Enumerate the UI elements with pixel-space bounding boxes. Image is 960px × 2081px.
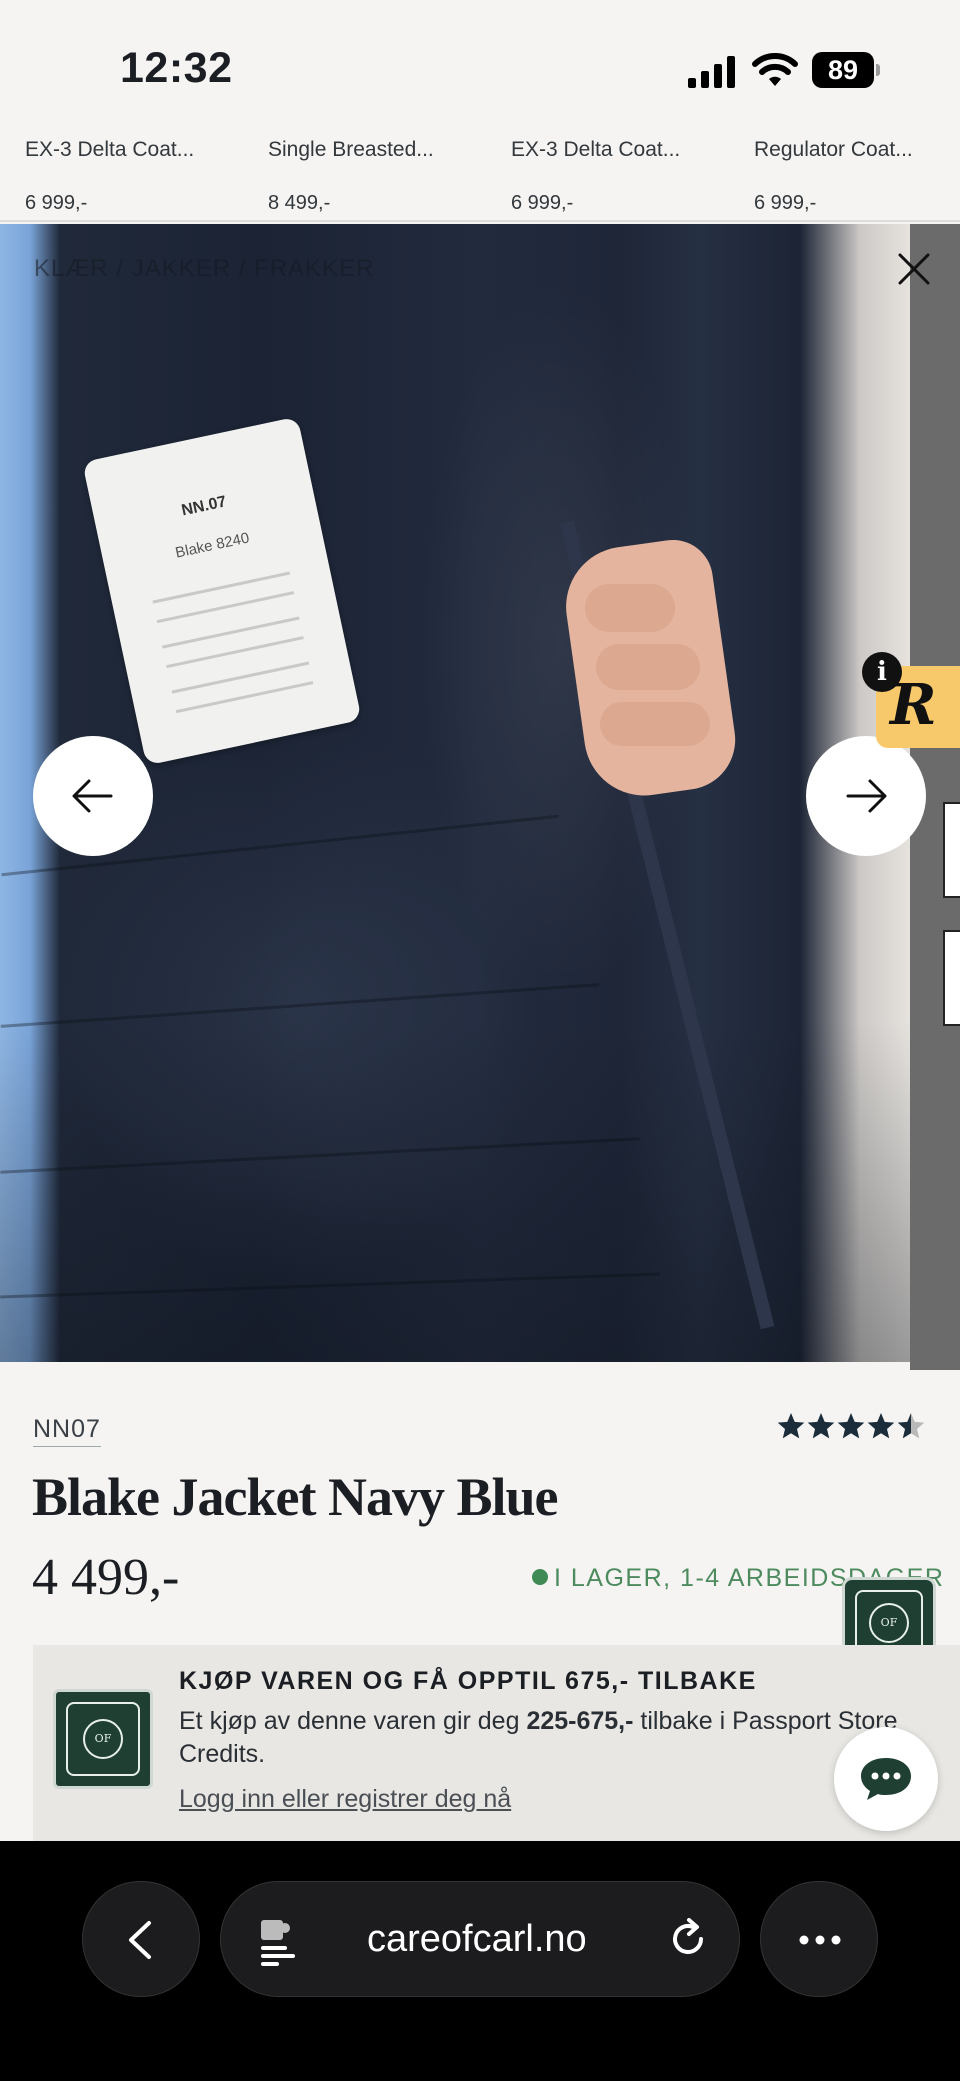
star-icon <box>897 1413 925 1439</box>
brand-link[interactable]: NN07 <box>33 1415 101 1447</box>
url-text: careofcarl.no <box>367 1918 587 1960</box>
arrow-right-icon <box>846 779 887 813</box>
product-title: Blake Jacket Navy Blue <box>32 1467 558 1527</box>
promo-title: KJØP VAREN OG FÅ OPPTIL 675,- TILBAKE <box>179 1667 757 1695</box>
browser-back-button[interactable] <box>82 1881 200 1997</box>
recent-product-name: EX-3 Delta Coat... <box>25 138 195 161</box>
arrow-left-icon <box>72 779 113 813</box>
chat-button[interactable] <box>834 1727 938 1831</box>
recent-products-strip: EX-3 Delta Coat... 6 999,- Single Breast… <box>0 130 960 222</box>
recent-product-price: 6 999,- <box>25 192 88 214</box>
of-logo-icon: OF <box>869 1603 909 1643</box>
of-logo-icon: OF <box>83 1719 123 1759</box>
star-icon <box>807 1413 835 1439</box>
recent-product-name: Single Breasted... <box>268 138 434 161</box>
clock: 12:32 <box>120 44 233 92</box>
passport-promo-banner: OF KJØP VAREN OG FÅ OPPTIL 675,- TILBAKE… <box>33 1645 960 1841</box>
status-bar: 12:32 89 <box>0 0 960 130</box>
recent-product-name: EX-3 Delta Coat... <box>511 138 681 161</box>
recent-product-price: 6 999,- <box>511 192 574 214</box>
recent-product-4[interactable]: Regulator Coat... 6 999,- <box>754 138 960 218</box>
browser-toolbar: careofcarl.no <box>0 1841 960 2081</box>
of-logo: OF <box>53 1689 153 1789</box>
next-image-button[interactable] <box>806 736 926 856</box>
recent-product-price: 8 499,- <box>268 192 331 214</box>
star-icon <box>867 1413 895 1439</box>
breadcrumb[interactable]: KLÆR / JAKKER / FRAKKER <box>34 255 374 283</box>
promo-amount: 225-675,- <box>526 1707 634 1735</box>
star-icon <box>837 1413 865 1439</box>
battery-icon: 89 <box>812 52 880 88</box>
reload-icon[interactable] <box>665 1916 711 1962</box>
address-bar[interactable]: careofcarl.no <box>220 1881 740 1997</box>
rating-stars[interactable] <box>776 1410 926 1442</box>
chevron-left-icon <box>129 1921 151 1959</box>
login-register-link[interactable]: Logg inn eller registrer deg nå <box>179 1785 511 1814</box>
recent-product-name: Regulator Coat... <box>754 138 913 161</box>
previous-image-button[interactable] <box>33 736 153 856</box>
promo-text: Et kjøp av denne varen gir deg 225-675,-… <box>179 1707 898 1768</box>
info-icon[interactable]: i <box>862 652 902 692</box>
close-icon[interactable] <box>895 250 933 288</box>
battery-level: 89 <box>812 52 874 88</box>
browser-more-button[interactable] <box>760 1881 878 1997</box>
recent-product-price: 6 999,- <box>754 192 817 214</box>
stock-dot-icon <box>532 1569 548 1585</box>
chat-bubble-icon <box>861 1758 911 1800</box>
star-icon <box>777 1413 805 1439</box>
recent-product-1[interactable]: EX-3 Delta Coat... 6 999,- <box>25 138 255 218</box>
extension-puzzle-icon <box>261 1920 295 1966</box>
wifi-icon <box>752 53 798 86</box>
recent-product-3[interactable]: EX-3 Delta Coat... 6 999,- <box>511 138 741 218</box>
product-price: 4 499,- <box>32 1549 180 1606</box>
recent-product-2[interactable]: Single Breasted... 8 499,- <box>268 138 498 218</box>
cellular-signal-icon <box>688 56 735 88</box>
more-dots-icon <box>799 1935 841 1945</box>
